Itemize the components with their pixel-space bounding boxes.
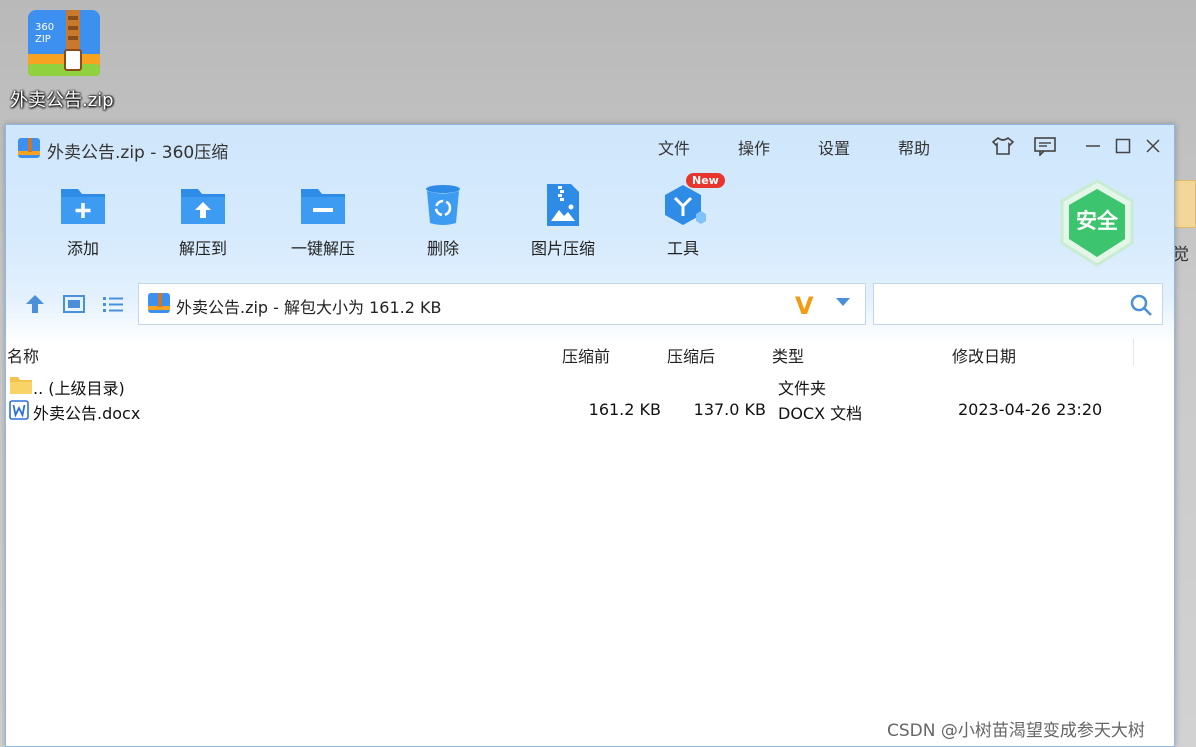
desktop-icon-label: 外卖公告.zip: [10, 90, 114, 111]
image-compress-label: 图片压缩: [530, 239, 595, 258]
close-icon[interactable]: [1140, 135, 1166, 157]
column-header-size-before[interactable]: 压缩前: [562, 343, 610, 367]
archive-window: 外卖公告.zip - 360压缩 文件 操作 设置 帮助 添加 解压到 一键解压…: [5, 124, 1175, 747]
word-document-icon: [9, 400, 29, 420]
search-input[interactable]: [880, 290, 1120, 318]
quick-extract-folder-icon: [301, 189, 345, 224]
security-status-text: 安全: [1076, 209, 1118, 233]
thumbnail-view-icon: [63, 295, 85, 313]
minimize-icon[interactable]: [1080, 135, 1106, 157]
one-click-extract-label: 一键解压: [290, 239, 355, 258]
archive-app-icon: [18, 138, 40, 158]
column-header-name[interactable]: 名称: [7, 343, 39, 367]
up-level-button[interactable]: [22, 291, 48, 317]
column-divider: [1133, 339, 1134, 365]
new-badge: New: [686, 173, 725, 188]
recycle-bin-icon: [426, 185, 460, 225]
column-header-size-after[interactable]: 压缩后: [667, 343, 715, 367]
list-view-button[interactable]: [100, 291, 126, 317]
folder-icon: [10, 377, 32, 394]
menu-help[interactable]: 帮助: [898, 135, 930, 159]
file-modified: 2023-04-26 23:20: [958, 400, 1103, 419]
tools-button[interactable]: New 工具: [628, 173, 738, 259]
thumbnail-view-button[interactable]: [61, 291, 87, 317]
watermark-text: CSDN @小树苗渴望变成参天大树: [887, 721, 1145, 741]
file-type: 文件夹: [778, 379, 827, 398]
image-file-icon: [547, 184, 579, 226]
menu-file[interactable]: 文件: [658, 135, 690, 159]
search-box[interactable]: [873, 283, 1163, 325]
file-type: DOCX 文档: [778, 404, 863, 423]
file-row-parent-directory[interactable]: .. (上级目录) 文件夹: [6, 373, 1174, 398]
arrow-up-icon: [26, 295, 44, 313]
column-header-type[interactable]: 类型: [772, 343, 804, 367]
v-logo-icon[interactable]: V: [795, 292, 814, 320]
file-size-before: 161.2 KB: [588, 400, 661, 419]
security-status-badge[interactable]: 安全: [1058, 179, 1136, 267]
menu-operate[interactable]: 操作: [738, 135, 770, 159]
search-icon[interactable]: [1129, 293, 1153, 317]
add-folder-icon: [61, 189, 105, 224]
tools-cube-icon: [665, 185, 706, 225]
feedback-icon[interactable]: [1032, 135, 1058, 157]
add-label: 添加: [66, 239, 99, 258]
file-name: 外卖公告.docx: [33, 404, 141, 423]
file-name: .. (上级目录): [33, 379, 125, 398]
list-view-icon: [103, 297, 123, 312]
archive-file-icon: [148, 293, 170, 313]
extract-folder-icon: [181, 189, 225, 224]
zip-archive-icon: 360 ZIP: [28, 10, 100, 76]
extract-to-button[interactable]: 解压到: [148, 183, 258, 259]
chevron-down-icon[interactable]: [834, 296, 852, 308]
maximize-icon[interactable]: [1110, 135, 1136, 157]
image-compress-button[interactable]: 图片压缩: [508, 183, 618, 259]
add-button[interactable]: 添加: [28, 183, 138, 259]
file-size-after: 137.0 KB: [693, 400, 766, 419]
file-row-docx[interactable]: 外卖公告.docx 161.2 KB 137.0 KB DOCX 文档 2023…: [6, 398, 1174, 423]
one-click-extract-button[interactable]: 一键解压: [268, 183, 378, 259]
skin-icon[interactable]: [990, 135, 1016, 157]
tools-label: 工具: [666, 239, 699, 258]
extract-to-label: 解压到: [178, 239, 227, 258]
svg-text:360: 360: [35, 22, 54, 33]
window-title: 外卖公告.zip - 360压缩: [47, 143, 229, 163]
column-header-modified[interactable]: 修改日期: [952, 343, 1016, 367]
delete-button[interactable]: 删除: [388, 183, 498, 259]
svg-text:ZIP: ZIP: [35, 34, 51, 45]
delete-label: 删除: [426, 239, 459, 258]
address-bar[interactable]: 外卖公告.zip - 解包大小为 161.2 KB V: [138, 283, 866, 325]
menu-settings[interactable]: 设置: [818, 135, 850, 159]
background-window-edge: [1173, 180, 1196, 228]
address-path: 外卖公告.zip - 解包大小为 161.2 KB: [176, 298, 442, 317]
